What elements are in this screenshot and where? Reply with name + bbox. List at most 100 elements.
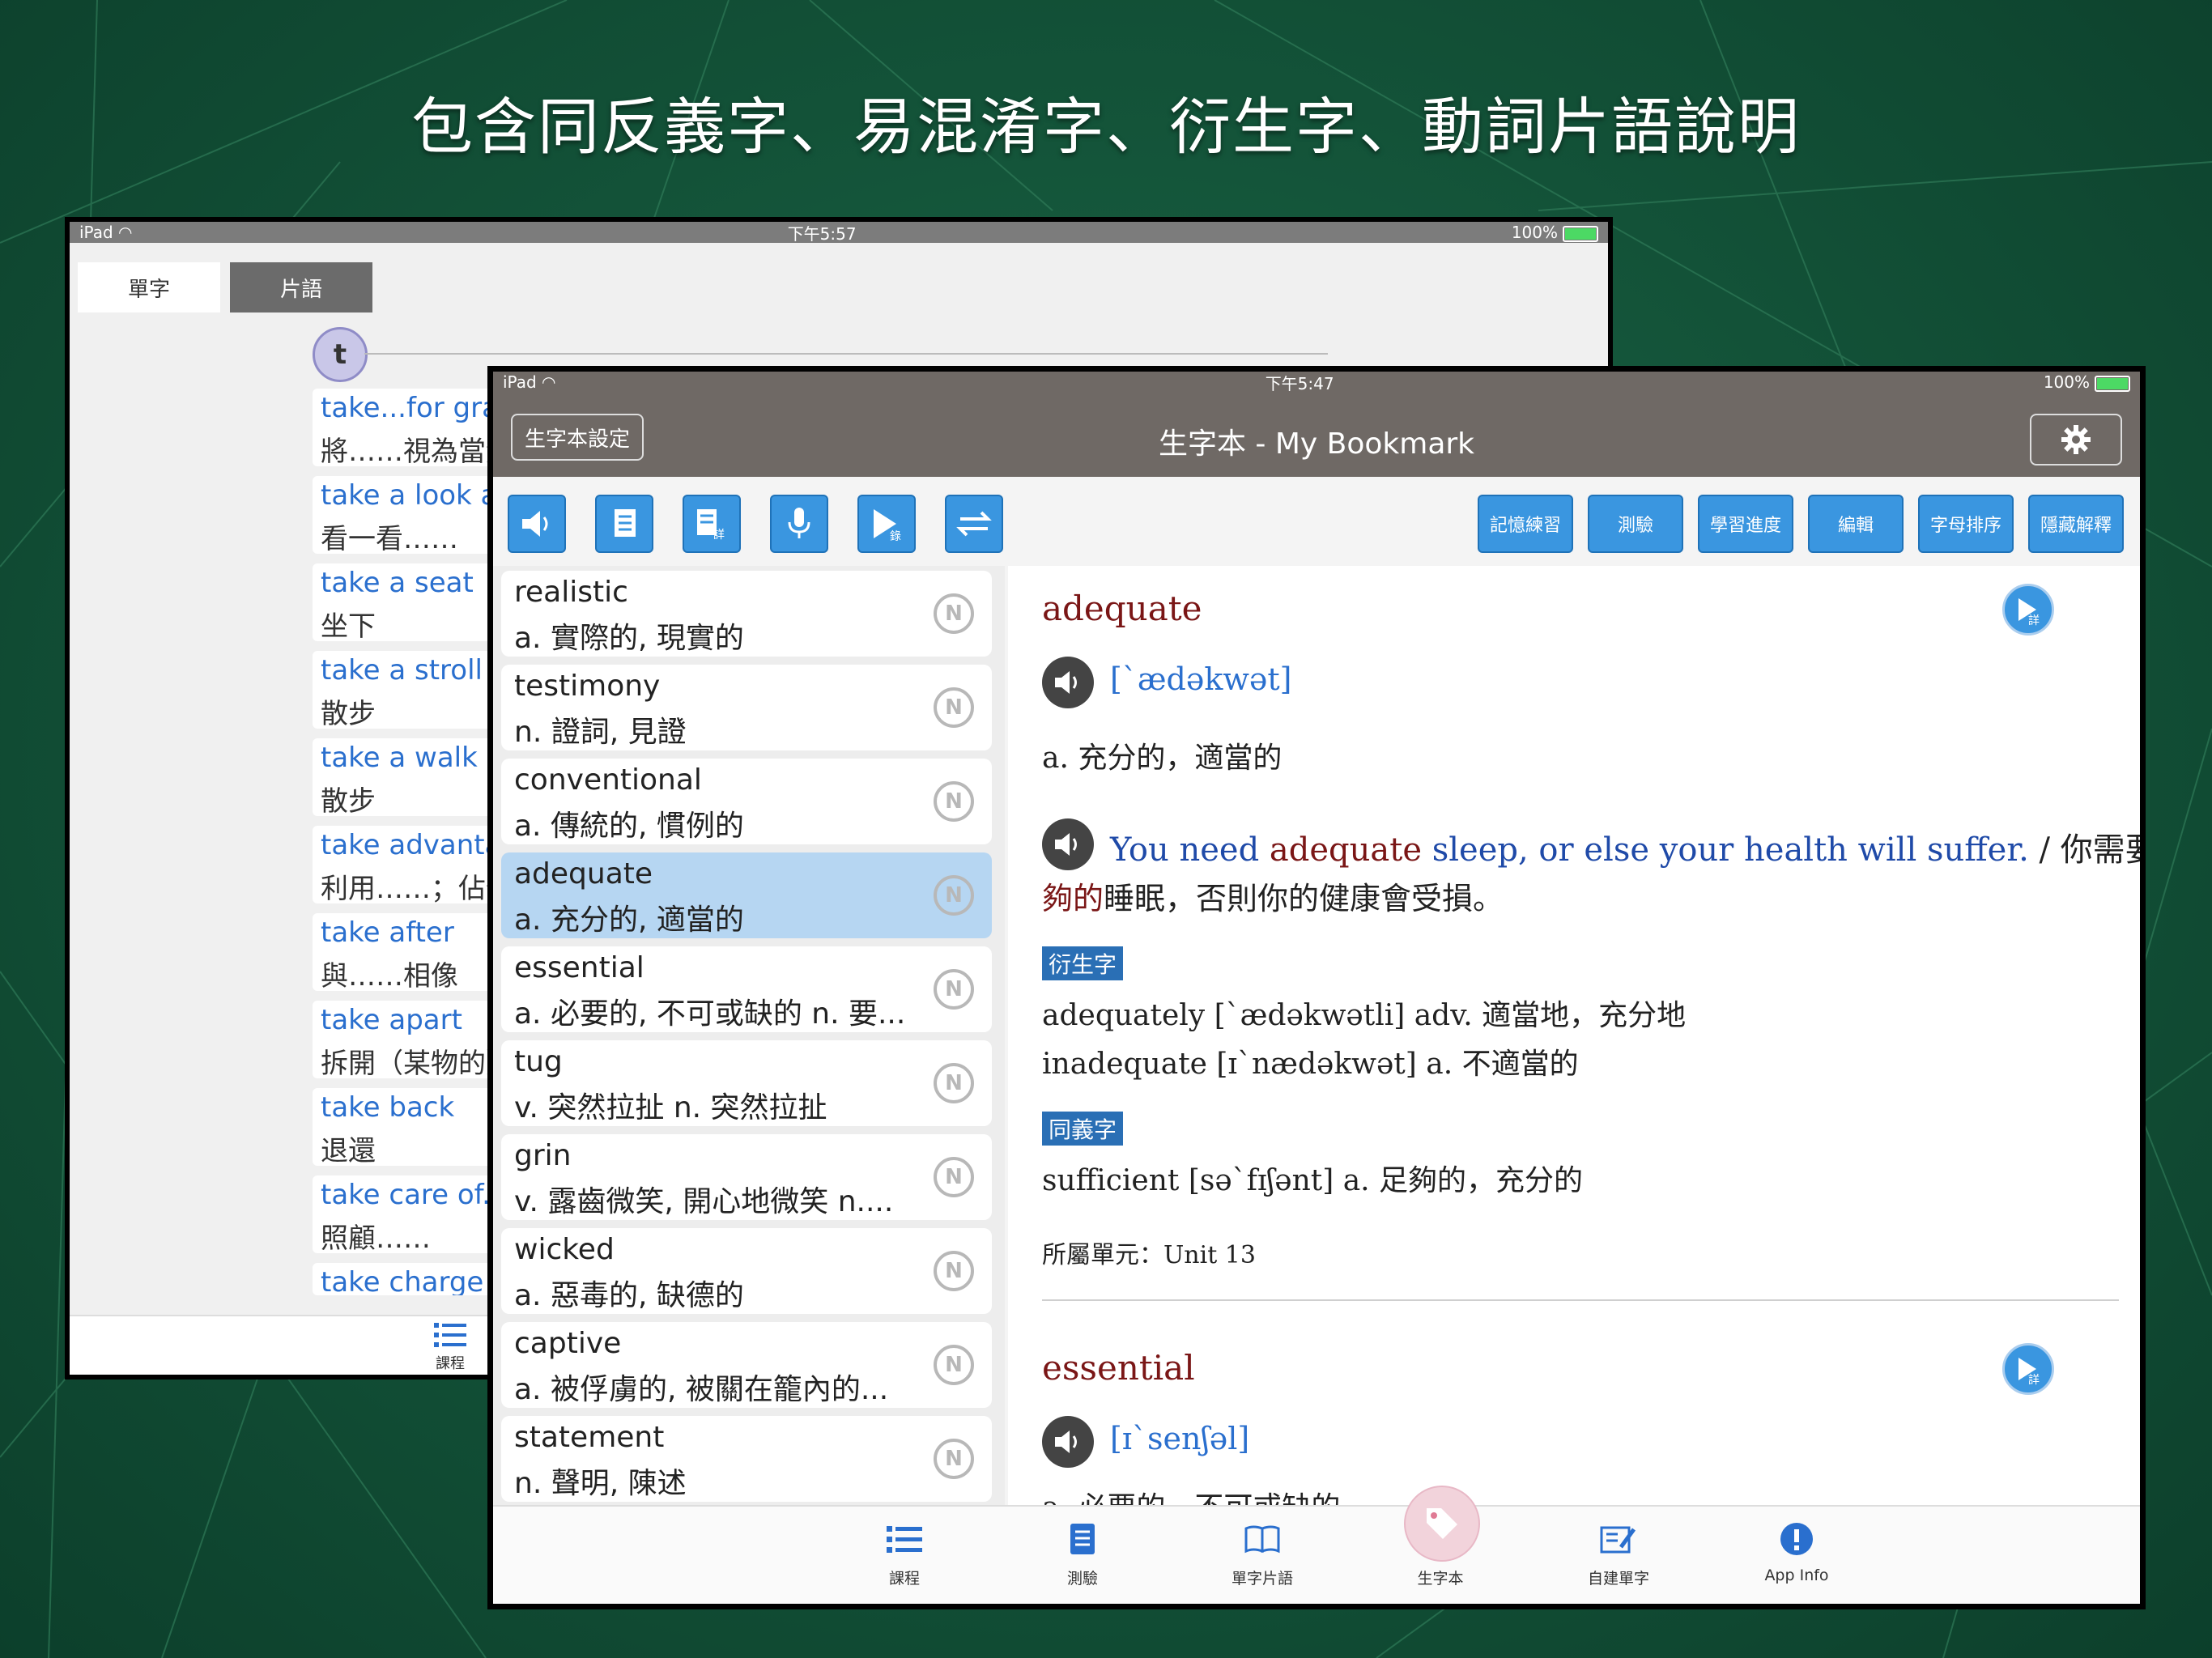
word-meaning: v. 突然拉扯 n. 突然拉扯: [514, 1091, 827, 1124]
note-n-icon[interactable]: N: [934, 1157, 974, 1197]
quiz-button[interactable]: 測驗: [1588, 495, 1683, 553]
page-title: 生字本 - My Bookmark: [1158, 427, 1475, 461]
phrase-zh: 坐下: [321, 610, 376, 641]
letter-index: t: [313, 327, 368, 382]
tab-label: 課程: [436, 1355, 465, 1372]
phrase-en: take a stroll: [321, 654, 483, 687]
word-meaning: a. 傳統的, 慣例的: [514, 810, 744, 843]
tab-course[interactable]: 課程: [410, 1321, 491, 1373]
sentence-part: You need: [1110, 831, 1270, 869]
word-text: testimony: [514, 670, 661, 703]
detail-play-button[interactable]: 詳: [2002, 1343, 2054, 1395]
note-n-icon[interactable]: N: [934, 1063, 974, 1103]
progress-button[interactable]: 學習進度: [1698, 495, 1793, 553]
info-icon: [1780, 1523, 1813, 1555]
entry-word: essential: [1042, 1348, 1195, 1388]
device-label: iPad: [79, 223, 113, 242]
word-row[interactable]: grin v. 露齒微笑, 開心地微笑 n.... N: [501, 1134, 992, 1220]
phrase-zh: 散步: [321, 785, 376, 816]
battery-icon: [1563, 225, 1598, 242]
hide-definition-button[interactable]: 隱藏解釋: [2028, 495, 2124, 553]
book-icon: [1244, 1525, 1280, 1554]
tab-words-phrases[interactable]: 單字片語: [1206, 1518, 1319, 1588]
note-n-icon[interactable]: N: [934, 1251, 974, 1291]
speaker-icon: [1055, 1431, 1077, 1453]
phrase-zh: 拆開（某物的）: [321, 1048, 513, 1078]
note-n-icon[interactable]: N: [934, 875, 974, 916]
tab-bookmark[interactable]: 生字本: [1384, 1486, 1497, 1588]
word-row[interactable]: realistic a. 實際的, 現實的 N: [501, 571, 992, 657]
edit-button[interactable]: 編輯: [1808, 495, 1904, 553]
tab-phrases[interactable]: 片語: [230, 262, 372, 312]
note-n-icon[interactable]: N: [934, 1439, 974, 1479]
pronounce-button[interactable]: [1042, 1416, 1094, 1468]
front-ipad: iPad ◠ 下午5:47 100% 生字本設定 生字本 - My Bookma…: [487, 366, 2146, 1609]
note-n-icon[interactable]: N: [934, 593, 974, 634]
phonetic: [ˋædəkwət]: [1110, 661, 1292, 697]
toolbar: 詳 錄 記憶練習 測驗 學習進度 編輯 字母排序 隱藏解釋: [493, 477, 2140, 566]
status-bar: iPad ◠ 下午5:47 100%: [493, 372, 2140, 393]
word-row[interactable]: wicked a. 惡毒的, 缺德的 N: [501, 1228, 992, 1314]
battery-percent: 100%: [2043, 372, 2090, 392]
battery-icon: [2095, 375, 2130, 392]
word-meaning: a. 被俘虜的, 被關在籠內的...: [514, 1373, 889, 1406]
swap-button[interactable]: [945, 495, 1003, 553]
tag-icon: [1427, 1508, 1457, 1539]
word-row[interactable]: testimony n. 證詞, 見證 N: [501, 665, 992, 750]
phrase-en: take after: [321, 916, 454, 949]
wifi-icon: ◠: [542, 372, 556, 392]
word-row[interactable]: captive a. 被俘虜的, 被關在籠內的... N: [501, 1322, 992, 1408]
sort-alphabet-button[interactable]: 字母排序: [1918, 495, 2014, 553]
word-row[interactable]: statement n. 聲明, 陳述 N: [501, 1416, 992, 1502]
entry-divider: [1042, 1299, 2119, 1301]
word-meaning: a. 必要的, 不可或缺的 n. 要...: [514, 997, 906, 1031]
record-button[interactable]: [770, 495, 828, 553]
memory-practice-button[interactable]: 記憶練習: [1478, 495, 1573, 553]
sentence-speaker-button[interactable]: [1042, 818, 1094, 870]
sentence-translation-keyword: 夠的: [1042, 881, 1104, 916]
derivatives-tag: 衍生字: [1042, 946, 1124, 980]
tab-course[interactable]: 課程: [848, 1518, 961, 1588]
tab-words[interactable]: 單字: [78, 262, 220, 312]
pronounce-button[interactable]: [1042, 657, 1094, 708]
detail-play-button[interactable]: 詳: [2002, 584, 2054, 636]
note-n-icon[interactable]: N: [934, 687, 974, 728]
note-n-icon[interactable]: N: [934, 1345, 974, 1385]
word-text: essential: [514, 951, 644, 984]
synonyms-tag: 同義字: [1042, 1112, 1124, 1146]
settings-button[interactable]: [2030, 414, 2122, 466]
word-text: wicked: [514, 1233, 615, 1266]
word-row[interactable]: tug v. 突然拉扯 n. 突然拉扯 N: [501, 1040, 992, 1126]
word-meaning: v. 露齒微笑, 開心地微笑 n....: [514, 1185, 894, 1218]
word-card-button[interactable]: [595, 495, 653, 553]
note-n-icon[interactable]: N: [934, 781, 974, 822]
tab-test[interactable]: 測驗: [1026, 1518, 1139, 1588]
tab-bar: 課程 測驗 單字片語 生字本 自建單字 App Info: [493, 1486, 2140, 1604]
segment-tabs: 單字 片語: [78, 262, 382, 312]
word-row[interactable]: conventional a. 傳統的, 慣例的 N: [501, 759, 992, 844]
derivative-item: adequately [ˋædəkwətli] adv. 適當地，充分地: [1042, 999, 1687, 1032]
word-row[interactable]: essential a. 必要的, 不可或缺的 n. 要... N: [501, 946, 992, 1032]
battery-percent: 100%: [1511, 223, 1558, 242]
svg-text:錄: 錄: [890, 530, 901, 542]
tab-label: 測驗: [1066, 1570, 1098, 1588]
tab-label: 單字片語: [1231, 1570, 1293, 1588]
tab-custom-words[interactable]: 自建單字: [1562, 1518, 1675, 1588]
phrase-en: take back: [321, 1091, 455, 1124]
word-text: realistic: [514, 576, 628, 609]
play-recording-button[interactable]: 錄: [857, 495, 916, 553]
play-sound-button[interactable]: [508, 495, 566, 553]
list-icon: [887, 1526, 922, 1553]
play-detail-icon: 詳: [2018, 598, 2040, 626]
sentence-part: sleep, or else your health will suffer.: [1422, 831, 2029, 869]
word-detail-button[interactable]: 詳: [683, 495, 741, 553]
phrase-en: take care of...: [321, 1179, 508, 1211]
note-n-icon[interactable]: N: [934, 969, 974, 1010]
example-sentence-line2: 夠的睡眠，否則你的健康會受損。: [1042, 874, 1504, 918]
definition: a. 必要的，不可或缺的: [1042, 1484, 1340, 1505]
word-row-selected[interactable]: adequate a. 充分的, 適當的 N: [501, 852, 992, 938]
tab-app-info[interactable]: App Info: [1740, 1518, 1853, 1584]
gear-icon: [2061, 425, 2091, 454]
nav-bar: 生字本設定 生字本 - My Bookmark: [493, 393, 2140, 477]
test-document-icon: [1070, 1524, 1095, 1554]
